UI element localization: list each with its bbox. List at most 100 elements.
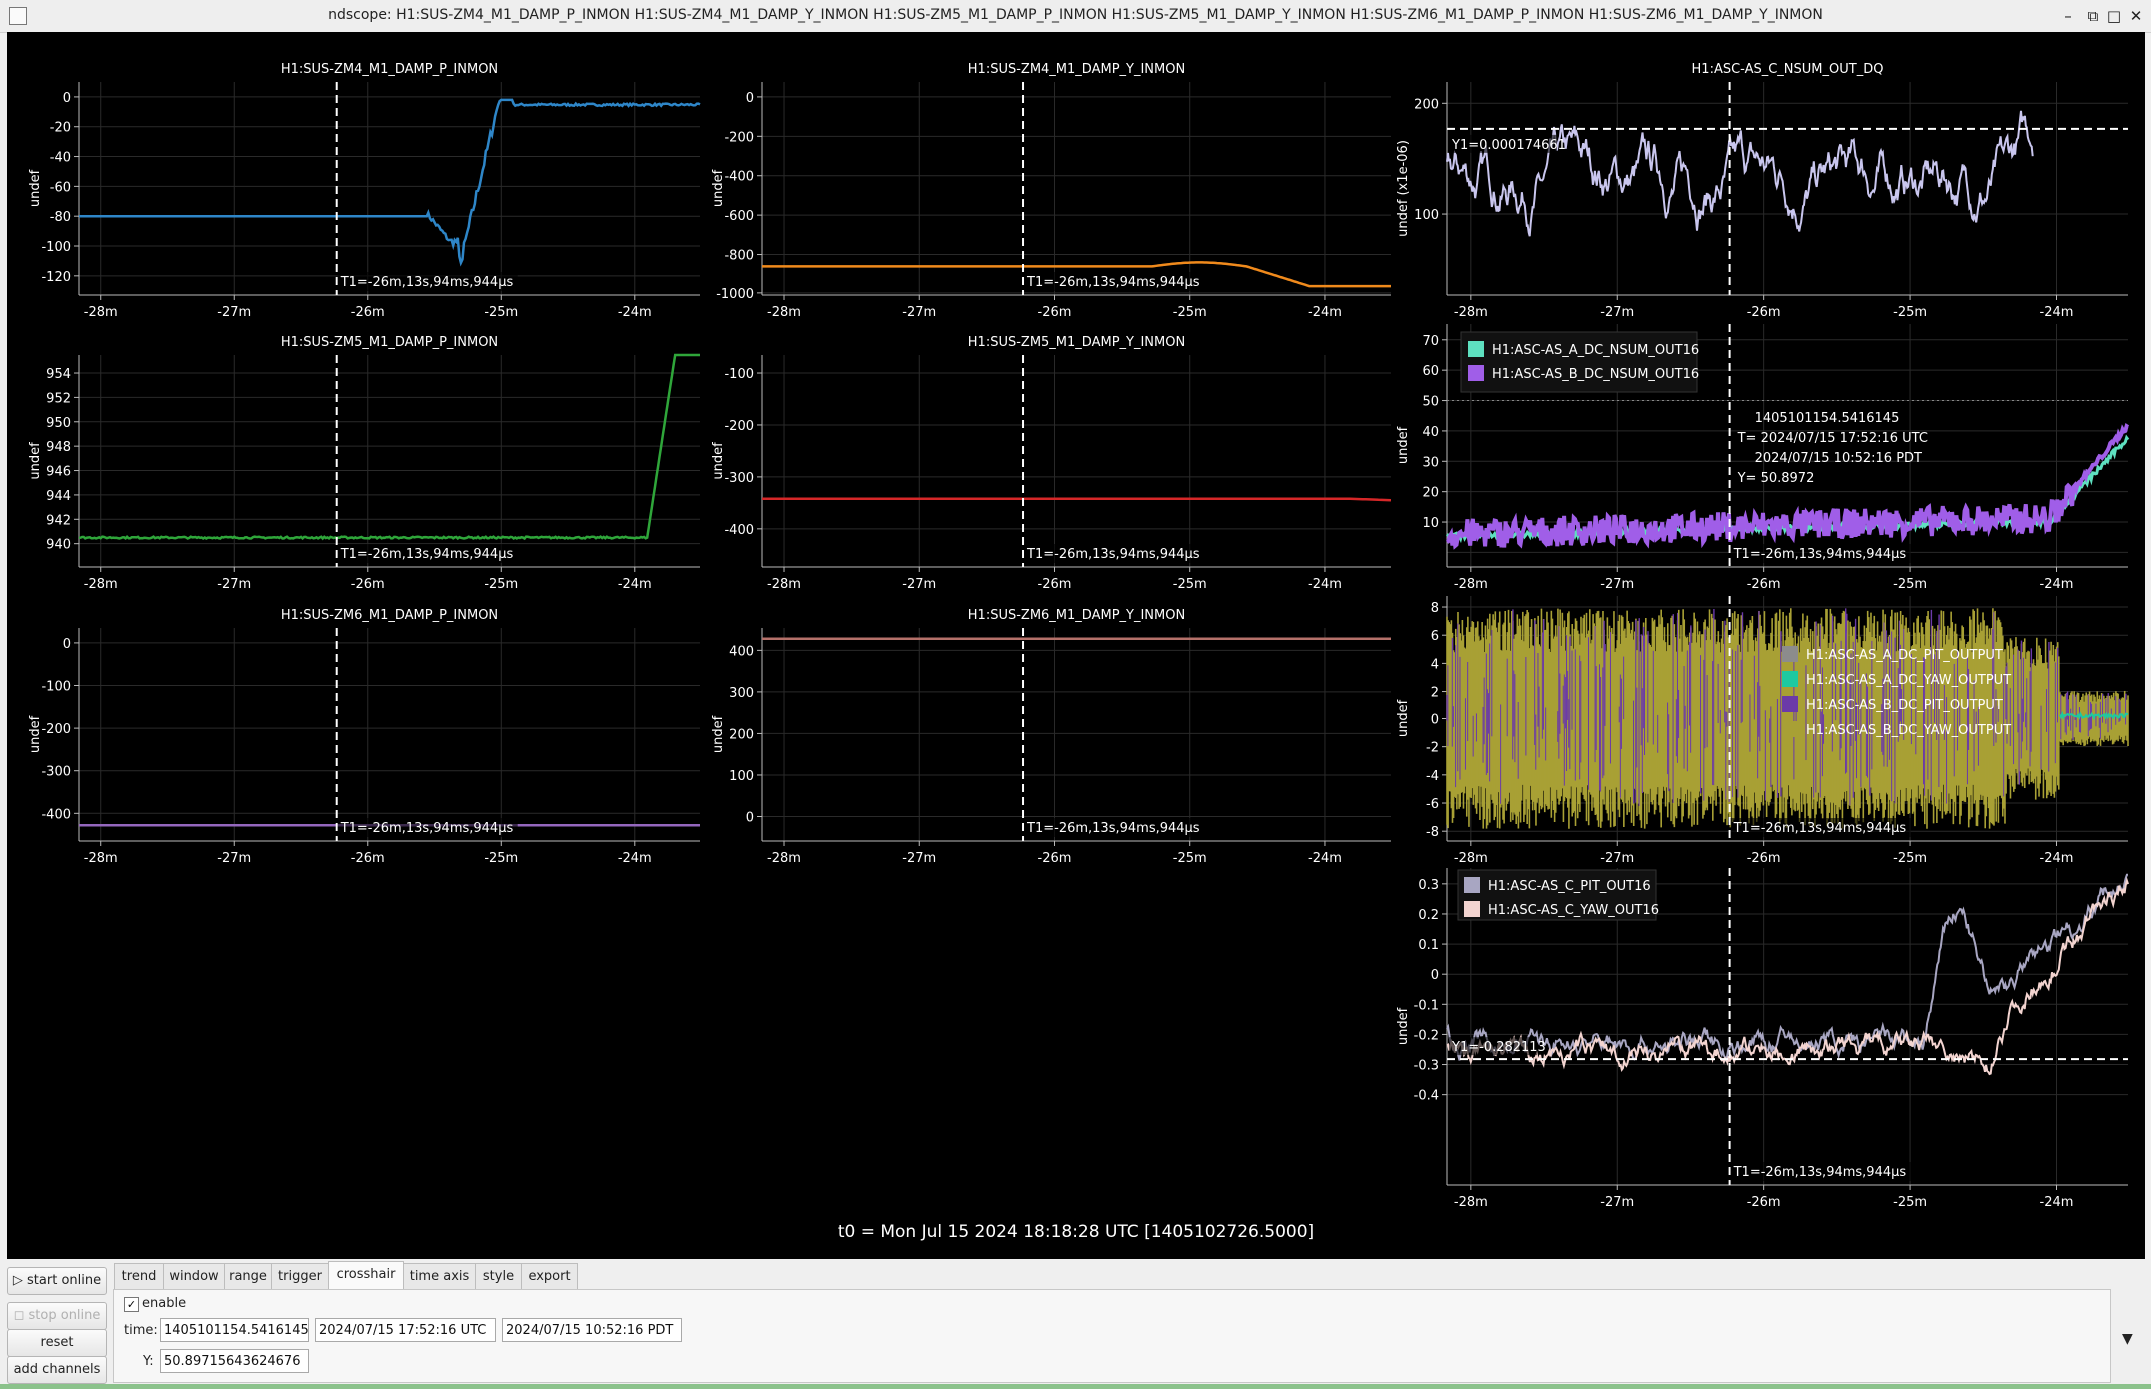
plot-title: H1:SUS-ZM5_M1_DAMP_Y_INMON <box>968 335 1185 350</box>
y-tick-label: -600 <box>724 209 754 224</box>
p6-plot: 70 60 50 40 30 20 10 -28m -27m -26m -25m -24m undef H… <box>1396 324 2130 592</box>
y-tick-label: -6 <box>1426 797 1439 812</box>
y-tick-label: -80 <box>50 210 71 225</box>
x-tick-label: -24m <box>2040 851 2074 866</box>
add-channels-button[interactable]: add channels <box>7 1356 107 1384</box>
enable-label: enable <box>142 1296 187 1311</box>
y-axis-label: undef <box>28 169 43 207</box>
time-utc-field[interactable]: 2024/07/15 17:52:16 UTC <box>315 1318 496 1342</box>
p3-plot: 200 100 -28m -27m -26m -25m -24m H1:ASC-AS_C_NS… <box>1396 62 2128 320</box>
x-tick-label: -28m <box>767 851 801 866</box>
plot-title: H1:ASC-AS_C_NSUM_OUT_DQ <box>1692 62 1884 77</box>
crosshair-pdt: 2024/07/15 10:52:16 PDT <box>1755 451 1922 466</box>
x-tick-label: -27m <box>902 851 936 866</box>
cursor-label: T1=-26m,13s,94ms,944µs <box>340 547 514 562</box>
legend-label: H1:ASC-AS_B_DC_PIT_OUTPUT <box>1806 698 2003 713</box>
window-titlebar: ndscope: H1:SUS-ZM4_M1_DAMP_P_INMON H1:S… <box>0 0 2151 33</box>
legend-label: H1:ASC-AS_C_PIT_OUT16 <box>1488 879 1651 894</box>
p1-plot: 0 -20 -40 -60 -80 -100 -120 -28m -27m -26m -25m -24… <box>28 62 701 320</box>
x-tick-label: -24m <box>1308 851 1342 866</box>
y-axis-label: undef <box>28 442 43 480</box>
p9-plot: 8 6 4 2 0 -2 -4 -6 -8 -28m -27m -26m -25m -24m undef H1… <box>1396 596 2129 866</box>
x-tick-label: -28m <box>84 851 118 866</box>
close-button[interactable]: ✕ <box>2125 5 2147 27</box>
p8-plot: 400 300 200 100 0 -28m -27m -26m -25m -24m H1:SUS-… <box>711 608 1391 866</box>
y-tick-label: 0 <box>63 91 71 106</box>
cursor-label: T1=-26m,13s,94ms,944µs <box>1733 547 1907 562</box>
y-tick-label: 0 <box>746 811 754 826</box>
crosshair-utc: T= 2024/07/15 17:52:16 UTC <box>1737 431 1928 446</box>
y-tick-label: 6 <box>1431 629 1439 644</box>
y-axis-label: undef <box>711 169 726 207</box>
x-tick-label: -26m <box>1038 851 1072 866</box>
cursor-label: T1=-26m,13s,94ms,944µs <box>1026 275 1200 290</box>
x-tick-label: -27m <box>217 577 251 592</box>
tab-range[interactable]: range <box>224 1263 272 1290</box>
x-tick-label: -25m <box>1893 577 1927 592</box>
reset-button[interactable]: reset <box>7 1329 107 1357</box>
cursor-label: T1=-26m,13s,94ms,944µs <box>1026 821 1200 836</box>
x-tick-label: -26m <box>1747 577 1781 592</box>
x-tick-label: -26m <box>351 305 385 320</box>
legend-swatch <box>1782 646 1798 662</box>
tab-trend[interactable]: trend <box>114 1263 164 1290</box>
plot-title: H1:SUS-ZM5_M1_DAMP_P_INMON <box>281 335 498 350</box>
time-pdt-field[interactable]: 2024/07/15 10:52:16 PDT <box>502 1318 682 1342</box>
y-tick-label: -400 <box>724 523 754 538</box>
x-tick-label: -24m <box>618 577 652 592</box>
y-tick-label: 0.3 <box>1418 878 1439 893</box>
y-tick-label: 942 <box>46 513 71 528</box>
stop-online-button[interactable]: ◻ stop online <box>7 1302 107 1330</box>
tab-export[interactable]: export <box>521 1263 578 1290</box>
x-tick-label: -28m <box>767 577 801 592</box>
x-tick-label: -24m <box>2040 577 2074 592</box>
hline-label: Y1=0.000174661 <box>1451 138 1566 153</box>
x-tick-label: -28m <box>1454 851 1488 866</box>
y-tick-label: 200 <box>729 727 754 742</box>
plot-area[interactable]: 0 -20 -40 -60 -80 -100 -120 -28m -27m -26m -25m -24… <box>7 32 2145 1259</box>
y-tick-label: 954 <box>46 367 71 382</box>
y-tick-label: 2 <box>1431 686 1439 701</box>
y-tick-label: -0.1 <box>1414 998 1439 1013</box>
x-tick-label: -27m <box>902 305 936 320</box>
tab-crosshair[interactable]: crosshair <box>328 1261 404 1290</box>
zm5-p-trace <box>78 353 700 541</box>
legend-label: H1:ASC-AS_A_DC_PIT_OUTPUT <box>1806 648 2003 663</box>
tab-window[interactable]: window <box>163 1263 225 1290</box>
p5-plot: -100 -200 -300 -400 -28m -27m -26m -25m -24m H1:S… <box>711 335 1392 592</box>
expand-arrow-icon[interactable]: ▼ <box>2122 1331 2133 1347</box>
y-tick-label: 70 <box>1422 334 1439 349</box>
legend-swatch <box>1468 365 1484 381</box>
y-tick-label: -300 <box>41 765 71 780</box>
x-tick-label: -26m <box>1038 305 1072 320</box>
x-tick-label: -25m <box>1893 305 1927 320</box>
enable-checkbox[interactable]: ✓ <box>124 1297 139 1312</box>
plots-canvas[interactable]: 0-20-40-60-80-100-120-28m -27m -26m -25m -24… <box>7 32 2145 1259</box>
x-tick-label: -26m <box>351 851 385 866</box>
x-tick-label: -27m <box>1600 305 1634 320</box>
maximize-button[interactable]: □ <box>2103 5 2125 27</box>
tab-style[interactable]: style <box>475 1263 522 1290</box>
time-gps-field[interactable]: 1405101154.5416145 <box>160 1318 309 1342</box>
y-tick-label: 100 <box>1414 208 1439 223</box>
window-title: ndscope: H1:SUS-ZM4_M1_DAMP_P_INMON H1:S… <box>328 7 1823 23</box>
tab-time-axis[interactable]: time axis <box>403 1263 476 1290</box>
x-tick-label: -25m <box>1893 851 1927 866</box>
y-tick-label: 948 <box>46 440 71 455</box>
y-value-field[interactable]: 50.89715643624676 <box>160 1349 309 1373</box>
start-online-button[interactable]: ▷ start online <box>7 1267 107 1295</box>
tab-trigger[interactable]: trigger <box>271 1263 329 1290</box>
zm4-p-trace <box>79 98 701 267</box>
y-tick-label: -60 <box>50 180 71 195</box>
y-axis-label: undef <box>711 715 726 753</box>
minimize-button[interactable]: – <box>2057 5 2079 27</box>
y-tick-label: 20 <box>1422 486 1439 501</box>
y-tick-label: 50 <box>1422 395 1439 410</box>
legend-swatch <box>1468 341 1484 357</box>
x-tick-label: -26m <box>351 577 385 592</box>
y-tick-label: -1000 <box>716 287 754 302</box>
y-tick-label: 946 <box>46 465 71 480</box>
p4-plot: 954 952 950 948 946 944 942 940 -28m -27m -26m -25m… <box>28 335 700 592</box>
restore-button[interactable]: ⧉ <box>2082 5 2104 27</box>
y-axis-label: undef <box>1396 426 1411 464</box>
